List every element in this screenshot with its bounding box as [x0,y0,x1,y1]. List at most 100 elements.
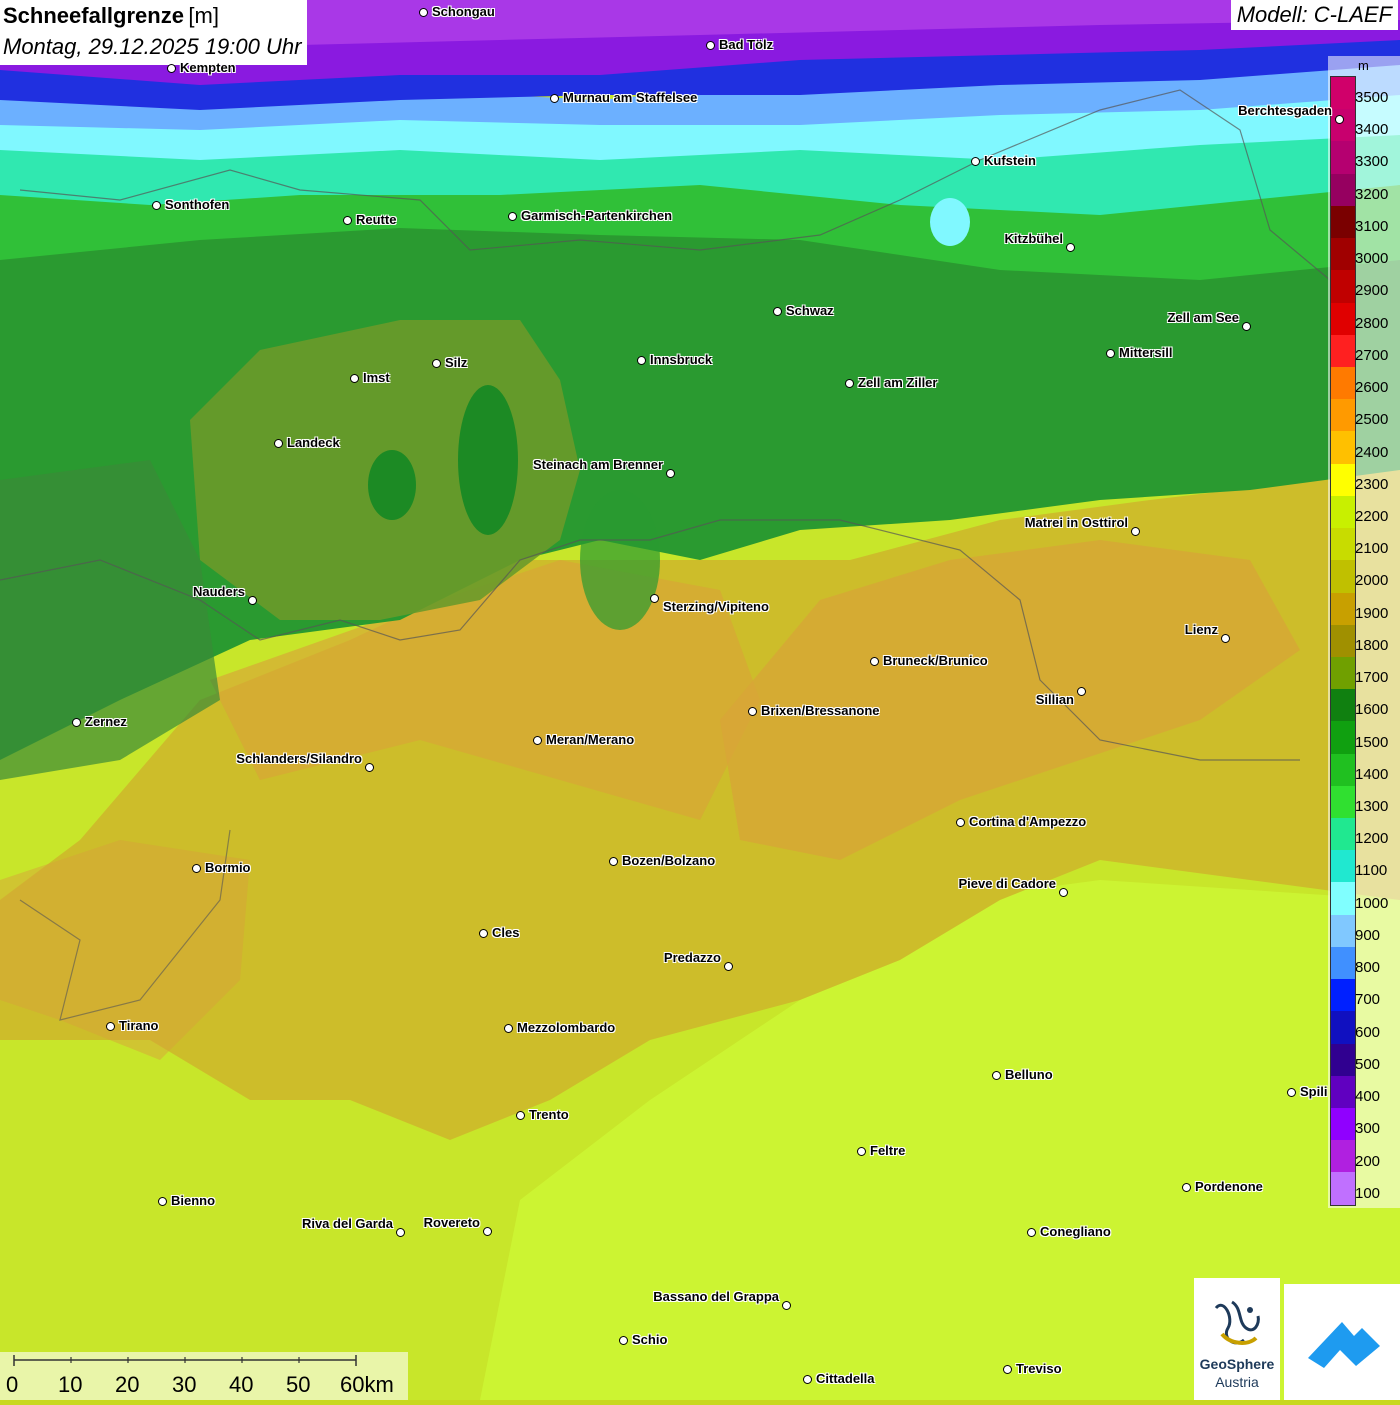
city-marker[interactable] [1077,687,1086,696]
city-marker[interactable] [158,1197,167,1206]
city-marker[interactable] [1027,1228,1036,1237]
city-marker[interactable] [350,374,359,383]
city-marker[interactable] [167,64,176,73]
legend-swatch [1331,1043,1355,1076]
legend-swatch [1331,979,1355,1012]
city-label: Bienno [171,1193,216,1208]
city-marker[interactable] [637,356,646,365]
city-marker[interactable] [803,1375,812,1384]
legend-label: 2200 [1355,507,1389,525]
city-marker[interactable] [1066,243,1075,252]
city-marker[interactable] [1106,349,1115,358]
app-logo[interactable] [1284,1284,1400,1400]
logo-line2: Austria [1215,1374,1259,1390]
legend-swatch [1331,270,1355,303]
city-marker[interactable] [533,736,542,745]
city-marker[interactable] [1182,1183,1191,1192]
legend-label: 2800 [1355,314,1389,332]
legend-swatch [1331,818,1355,851]
city-label: Schongau [432,4,495,19]
legend-label: 600 [1355,1023,1381,1041]
city-marker[interactable] [152,201,161,210]
legend-label: 700 [1355,991,1381,1009]
city-marker[interactable] [870,657,879,666]
city-marker[interactable] [619,1336,628,1345]
scale-label-0: 0 [6,1372,19,1397]
city-marker[interactable] [479,929,488,938]
city-label: Cittadella [816,1371,875,1386]
city-label: Kempten [180,60,236,75]
legend-label: 2000 [1355,572,1389,590]
city-marker[interactable] [432,359,441,368]
city-marker[interactable] [992,1071,1001,1080]
city-marker[interactable] [1131,527,1140,536]
city-marker[interactable] [956,818,965,827]
city-marker[interactable] [192,864,201,873]
legend-swatch [1331,721,1355,754]
city-marker[interactable] [516,1111,525,1120]
city-marker[interactable] [483,1227,492,1236]
geosphere-logo[interactable]: GeoSphere Austria [1194,1278,1280,1400]
city-marker[interactable] [845,379,854,388]
city-marker[interactable] [72,718,81,727]
legend-swatch [1331,882,1355,915]
scale-label-50: 50 [286,1372,311,1397]
city-label: Murnau am Staffelsee [563,90,698,105]
legend-label: 1500 [1355,733,1389,751]
city-label: Schio [632,1332,668,1347]
city-marker[interactable] [365,763,374,772]
scale-label-60: 60km [340,1372,394,1397]
city-marker[interactable] [782,1301,791,1310]
city-label: Matrei in Osttirol [1024,515,1128,530]
city-label: Berchtesgaden [1238,103,1332,118]
legend-swatch [1331,689,1355,722]
color-legend: m 3500 3400 3300 3200 3100 3000 2900 2800 2700 26… [1328,56,1400,1208]
legend-label: 1600 [1355,701,1389,719]
city-label: Rovereto [423,1215,480,1230]
geosphere-emblem-icon [1214,1300,1260,1345]
city-marker[interactable] [248,596,257,605]
city-marker[interactable] [706,41,715,50]
city-label: Sillian [1035,692,1074,707]
city-marker[interactable] [1221,634,1230,643]
city-label: Trento [529,1107,569,1122]
model-label: Modell: C-LAEF [1230,0,1398,30]
city-label: Sterzing/Vipiteno [663,599,769,614]
city-marker[interactable] [550,94,559,103]
legend-label: 100 [1355,1184,1381,1202]
city-marker[interactable] [666,469,675,478]
legend-swatch [1331,366,1355,400]
city-marker[interactable] [504,1024,513,1033]
legend-label: 400 [1355,1088,1381,1106]
city-marker[interactable] [748,707,757,716]
scale-label-30: 30 [172,1372,197,1397]
legend-label: 2300 [1355,475,1389,493]
legend-label: 1300 [1355,798,1389,816]
city-label: Bruneck/Brunico [883,653,988,668]
city-marker[interactable] [1287,1088,1296,1097]
city-label: Mittersill [1119,345,1173,360]
city-marker[interactable] [106,1022,115,1031]
city-marker[interactable] [1335,115,1344,124]
city-marker[interactable] [1059,888,1068,897]
city-marker[interactable] [508,212,517,221]
city-marker[interactable] [419,8,428,17]
city-marker[interactable] [857,1147,866,1156]
city-marker[interactable] [343,216,352,225]
city-marker[interactable] [650,594,659,603]
legend-label: 3100 [1355,217,1389,235]
city-marker[interactable] [773,307,782,316]
legend-swatch [1331,528,1355,561]
city-marker[interactable] [396,1228,405,1237]
city-marker[interactable] [1003,1365,1012,1374]
legend-label: 800 [1355,959,1381,977]
map-title-box: Schneefallgrenze [m] Montag, 29.12.2025 … [0,0,308,65]
city-marker[interactable] [609,857,618,866]
city-marker[interactable] [274,439,283,448]
city-marker[interactable] [1242,322,1251,331]
city-label: Bozen/Bolzano [622,853,716,868]
legend-swatch [1331,109,1355,142]
city-label: Pieve di Cadore [958,876,1056,891]
city-marker[interactable] [971,157,980,166]
city-marker[interactable] [724,962,733,971]
